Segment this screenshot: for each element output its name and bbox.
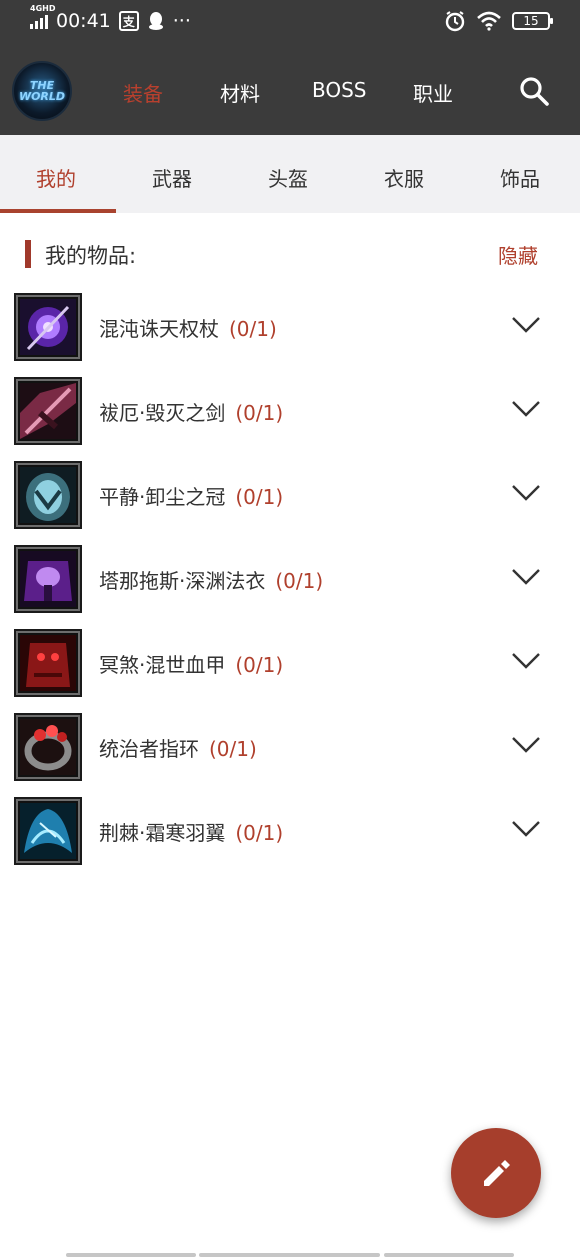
tab-equipment[interactable]: 装备 [123,78,163,107]
chevron-down-icon[interactable] [511,483,541,503]
gesture-bar-segment [384,1253,514,1257]
gesture-bar-segment [199,1253,380,1257]
item-name: 塔那拖斯·深渊法衣 [99,569,266,593]
wings-icon [14,797,82,865]
item-count: (0/1) [275,569,324,593]
list-item[interactable]: 冥煞·混世血甲 (0/1) [14,629,554,697]
list-item[interactable]: 平静·卸尘之冠 (0/1) [14,461,554,529]
subtab-weapons[interactable]: 武器 [152,163,192,192]
subtab-helmets[interactable]: 头盔 [268,163,308,192]
tab-boss[interactable]: BOSS [312,78,367,102]
pencil-icon [484,1160,510,1186]
item-count: (0/1) [235,401,284,425]
item-count: (0/1) [209,737,257,761]
scepter-icon [14,293,82,361]
search-icon[interactable] [518,75,550,107]
network-type: 4GHD [30,4,56,13]
clock: 00:41 [56,10,111,32]
chevron-down-icon[interactable] [511,315,541,335]
main-nav: 装备 材料 BOSS 职业 [0,78,580,108]
chevron-down-icon[interactable] [511,735,541,755]
list-item[interactable]: 塔那拖斯·深渊法衣 (0/1) [14,545,554,613]
item-name: 混沌诛天权杖 [99,317,219,341]
sub-tab-bar: 我的 武器 头盔 衣服 饰品 [0,135,580,213]
gesture-bar-segment [66,1253,196,1257]
section-header: 我的物品: 隐藏 [25,238,545,270]
subtab-mine[interactable]: 我的 [36,163,76,192]
qq-icon [148,12,163,30]
list-item[interactable]: 混沌诛天权杖 (0/1) [14,293,554,361]
crown-icon [14,461,82,529]
chevron-down-icon[interactable] [511,567,541,587]
list-item[interactable]: 荆棘·霜寒羽翼 (0/1) [14,797,554,865]
signal-icon: 4GHD [30,4,55,29]
tab-class[interactable]: 职业 [413,78,453,107]
chevron-down-icon[interactable] [511,819,541,839]
more-notifications: ··· [172,10,191,32]
item-count: (0/1) [235,485,284,509]
item-name: 袚厄·毁灭之剑 [99,401,226,425]
subtab-accessories[interactable]: 饰品 [500,163,540,192]
item-name: 荆棘·霜寒羽翼 [99,821,226,845]
subtab-clothes[interactable]: 衣服 [384,163,424,192]
item-count: (0/1) [235,821,284,845]
item-count: (0/1) [235,653,284,677]
list-item[interactable]: 统治者指环 (0/1) [14,713,554,781]
chevron-down-icon[interactable] [511,399,541,419]
robe-icon [14,545,82,613]
list-item[interactable]: 袚厄·毁灭之剑 (0/1) [14,377,554,445]
item-name: 统治者指环 [99,737,199,761]
item-name: 平静·卸尘之冠 [99,485,226,509]
tab-materials[interactable]: 材料 [220,78,260,107]
hide-button[interactable]: 隐藏 [498,240,538,269]
sword-icon [14,377,82,445]
chevron-down-icon[interactable] [511,651,541,671]
armor-icon [14,629,82,697]
battery-icon: 15 [512,12,553,30]
wifi-icon [477,11,501,31]
ring-icon [14,713,82,781]
battery-level: 15 [523,14,539,28]
edit-button[interactable] [451,1128,541,1218]
active-tab-indicator [0,209,116,213]
alarm-icon [445,11,465,32]
item-count: (0/1) [229,317,277,341]
app-header: 4GHD 00:41 支 ··· 15 THE WORLD 装备 材料 BOSS… [0,0,580,135]
section-title: 我的物品: [45,244,137,268]
status-bar: 4GHD 00:41 支 ··· 15 [0,0,580,46]
section-accent-bar [25,240,31,268]
pay-icon: 支 [118,11,139,31]
item-name: 冥煞·混世血甲 [99,653,226,677]
